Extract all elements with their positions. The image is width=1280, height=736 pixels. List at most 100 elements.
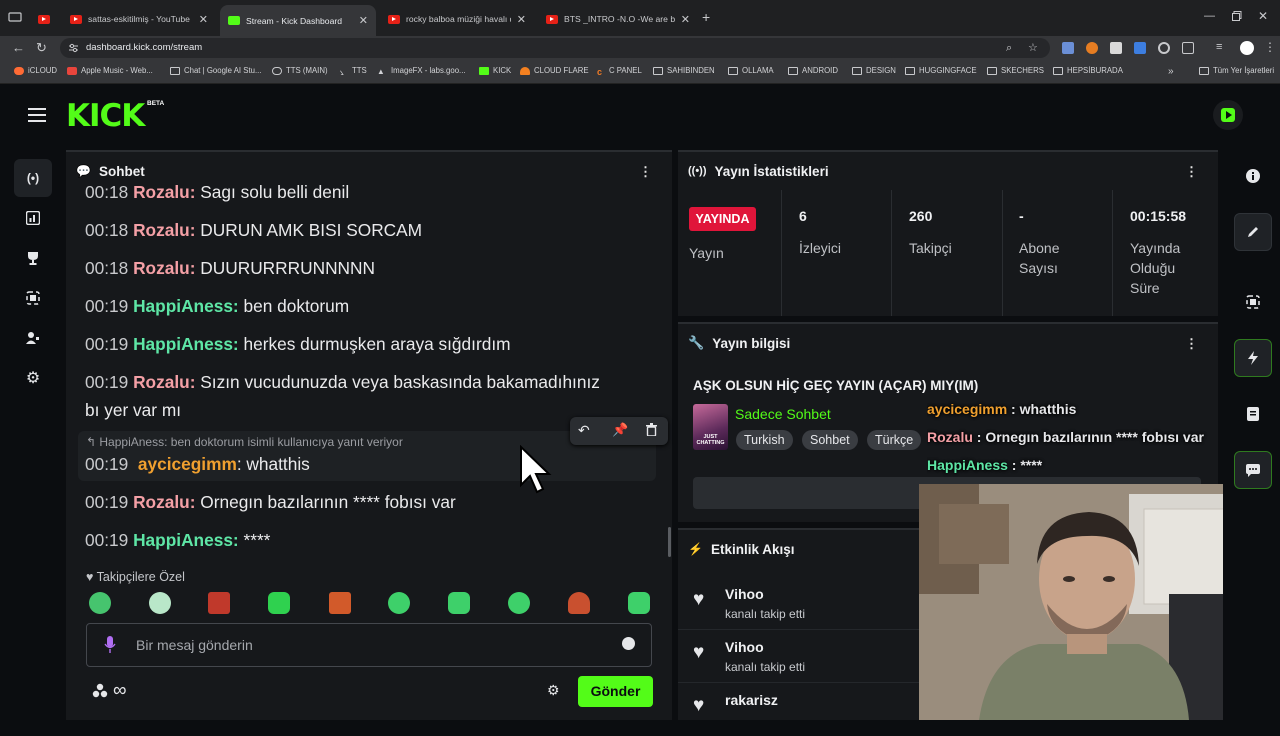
infinity-icon[interactable]: ∞ — [113, 680, 127, 702]
microphone-icon[interactable] — [104, 636, 116, 654]
reply-icon[interactable]: ↶ — [578, 422, 590, 439]
nav-capture-icon[interactable] — [14, 279, 52, 317]
bookmark-folder[interactable]: DESIGN — [852, 66, 896, 75]
close-tab-icon[interactable]: ✕ — [517, 13, 526, 26]
all-bookmarks[interactable]: Tüm Yer İşaretleri — [1199, 66, 1274, 75]
address-bar[interactable]: dashboard.kick.com/stream ⌕ ☆ — [60, 38, 1050, 58]
minimize-icon[interactable]: — — [1204, 10, 1215, 22]
emoji-picker-icon[interactable] — [622, 637, 635, 650]
kick-studio-icon[interactable] — [1213, 100, 1243, 130]
tab-youtube-1[interactable]: sattas-eskitilmiş - YouTube ✕ — [62, 7, 216, 31]
chat-menu-kebab-icon[interactable]: ⋮ — [639, 164, 652, 180]
emote-icon[interactable] — [628, 592, 650, 614]
chat-settings-gear-icon[interactable]: ⚙ — [547, 682, 560, 699]
nav-analytics-icon[interactable] — [14, 199, 52, 237]
bookmark-item[interactable]: TTS (MAIN) — [272, 66, 328, 75]
extension-icon[interactable] — [1158, 42, 1170, 54]
reply-context[interactable]: ↰ HappiAness: ben doktorum isimli kullan… — [86, 435, 403, 449]
bookmarks-overflow[interactable]: » — [1168, 66, 1174, 77]
bookmark-item[interactable]: ▲ ImageFX - labs.goo... — [377, 66, 466, 76]
extension-icon[interactable] — [1086, 42, 1098, 54]
quick-actions-lightning-icon[interactable] — [1234, 339, 1272, 377]
chat-message[interactable]: 00:18 Rozalu: Sagı solu belli denil — [85, 178, 349, 202]
hamburger-menu-icon[interactable] — [28, 108, 46, 122]
msg-username[interactable]: Rozalu: — [133, 220, 195, 240]
tag-chip[interactable]: Sohbet — [802, 430, 858, 450]
send-button[interactable]: Gönder — [578, 676, 653, 707]
emote-icon[interactable] — [149, 592, 171, 614]
emote-icon[interactable] — [568, 592, 590, 614]
bookmark-item[interactable]: c C PANEL — [597, 66, 642, 77]
extension-icon[interactable] — [1110, 42, 1122, 54]
msg-username[interactable]: Rozalu: — [133, 182, 195, 202]
msg-username[interactable]: Rozalu: — [133, 492, 195, 512]
activity-item[interactable]: ♥ Vihoo kanalı takip etti — [678, 577, 923, 630]
activity-item[interactable]: ♥ rakarisz — [678, 683, 923, 736]
back-icon[interactable]: ← — [12, 40, 25, 55]
delete-trash-icon[interactable] — [646, 423, 657, 436]
close-tab-icon[interactable]: ✕ — [681, 13, 690, 26]
extensions-puzzle-icon[interactable] — [1182, 42, 1194, 54]
restore-icon[interactable] — [1232, 11, 1242, 21]
menu-kebab-icon[interactable]: ⋮ — [1264, 40, 1276, 54]
tab-pinned[interactable] — [30, 7, 54, 31]
bookmark-item[interactable]: CLOUD FLARE — [520, 66, 589, 75]
pin-icon[interactable]: 📌 — [612, 422, 628, 438]
nav-trophy-icon[interactable] — [14, 239, 52, 277]
profile-avatar[interactable] — [1240, 41, 1254, 55]
edit-pencil-icon[interactable] — [1234, 213, 1272, 251]
media-icon[interactable]: ≡ — [1216, 41, 1222, 53]
kick-logo[interactable]: KICK — [66, 101, 145, 132]
tab-youtube-3[interactable]: BTS _INTRO -N.O -We are bulletp ✕ — [538, 7, 698, 31]
chat-message[interactable]: 00:19 HappiAness: ben doktorum — [85, 292, 349, 320]
info-icon[interactable] — [1234, 157, 1272, 195]
chat-message[interactable]: 00:19 HappiAness: herkes durmuşken araya… — [85, 330, 511, 358]
msg-username[interactable]: HappiAness: — [133, 296, 239, 316]
site-info-icon[interactable] — [68, 43, 79, 53]
category-link[interactable]: Sadece Sohbet — [735, 406, 831, 422]
chat-message[interactable]: 00:19 Rozalu: Ornegın bazılarının **** f… — [85, 488, 456, 516]
tag-chip[interactable]: Turkish — [736, 430, 793, 450]
tab-youtube-2[interactable]: rocky balboa müziği havalı dövüş ✕ — [380, 7, 534, 31]
category-thumbnail[interactable]: JUST CHATTING — [693, 404, 728, 450]
emote-icon[interactable] — [448, 592, 470, 614]
msg-username[interactable]: HappiAness: — [133, 530, 239, 550]
bookmark-star-icon[interactable]: ☆ — [1028, 38, 1038, 58]
emote-icon[interactable] — [208, 592, 230, 614]
tag-chip[interactable]: Türkçe — [867, 430, 922, 450]
emote-icon[interactable] — [388, 592, 410, 614]
msg-username[interactable]: HappiAness: — [133, 334, 239, 354]
info-menu-kebab-icon[interactable]: ⋮ — [1185, 336, 1198, 352]
chat-message[interactable]: 00:19 aycicegimm: whatthis — [85, 450, 310, 478]
extension-icon[interactable] — [1062, 42, 1074, 54]
nav-settings-gear-icon[interactable]: ⚙ — [14, 359, 52, 397]
chat-badges-icon[interactable] — [92, 683, 108, 699]
emote-icon[interactable] — [89, 592, 111, 614]
activity-item[interactable]: ♥ Vihoo kanalı takip etti — [678, 630, 923, 683]
bookmark-folder[interactable]: OLLAMA — [728, 66, 774, 75]
nav-stream-icon[interactable]: (•) — [14, 159, 52, 197]
bookmark-folder[interactable]: SKECHERS — [987, 66, 1044, 75]
bookmark-item[interactable]: Apple Music - Web... — [67, 66, 153, 75]
msg-username[interactable]: Rozalu: — [133, 258, 195, 278]
zoom-icon[interactable]: ⌕ — [1006, 38, 1012, 58]
chat-message[interactable]: 00:18 Rozalu: DUURURRRUNNNNN — [85, 254, 375, 282]
chat-message[interactable]: 00:19 Rozalu: Sızın vucudunuzda veya bas… — [85, 368, 600, 396]
bookmark-folder[interactable]: HUGGINGFACE — [905, 66, 977, 75]
tab-kick-dashboard[interactable]: Stream - Kick Dashboard ✕ — [220, 5, 376, 36]
reload-icon[interactable]: ↻ — [36, 40, 47, 56]
capture-icon[interactable] — [1234, 283, 1272, 321]
msg-username[interactable]: aycicegimm — [138, 454, 237, 474]
bookmark-item[interactable]: ꧈ TTS — [340, 66, 367, 77]
close-tab-icon[interactable]: ✕ — [359, 14, 368, 27]
close-window-icon[interactable]: ✕ — [1258, 9, 1268, 23]
bookmark-item[interactable]: KICK — [479, 66, 511, 75]
chat-message[interactable]: 00:19 HappiAness: **** — [85, 526, 270, 554]
stats-menu-kebab-icon[interactable]: ⋮ — [1185, 164, 1198, 180]
msg-username[interactable]: Rozalu: — [133, 372, 195, 392]
chat-input[interactable]: Bir mesaj gönderin — [86, 623, 652, 667]
bookmark-item[interactable]: Chat | Google AI Stu... — [170, 66, 261, 75]
bookmark-folder[interactable]: HEPSİBURADA — [1053, 66, 1123, 75]
emote-icon[interactable] — [508, 592, 530, 614]
chat-scrollbar[interactable] — [668, 527, 671, 557]
